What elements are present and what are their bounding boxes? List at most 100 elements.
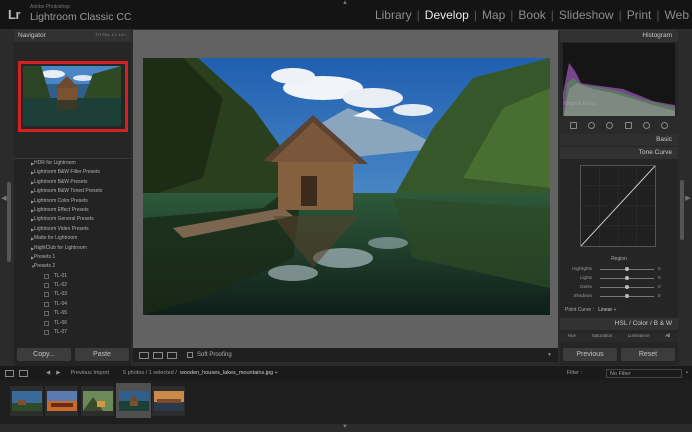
preset-item[interactable]: TL-03 bbox=[14, 290, 131, 299]
slider-lights[interactable]: Lights 0 bbox=[564, 275, 674, 283]
preset-icon bbox=[44, 320, 49, 326]
toolbar-menu-arrow-icon[interactable]: ▼ bbox=[547, 352, 552, 358]
tone-curve-header[interactable]: Tone Curve bbox=[560, 147, 678, 159]
red-eye-icon[interactable] bbox=[624, 121, 632, 129]
preset-folder[interactable]: ▶ Lightroom General Presets bbox=[14, 215, 131, 224]
nav-forward-icon[interactable]: ▶ bbox=[56, 370, 60, 376]
preset-item[interactable]: TL-02 bbox=[14, 281, 131, 290]
presets-list: ▶ HDR for Lightroom ▶ Lightroom B&W Filter … bbox=[14, 158, 131, 373]
preset-label: Matte for Lightroom bbox=[34, 235, 78, 242]
before-after-icon[interactable] bbox=[153, 351, 163, 359]
preset-folder[interactable]: ▶ Presets 1 bbox=[14, 253, 131, 262]
paste-button[interactable]: Paste bbox=[75, 348, 129, 361]
film-thumbnail[interactable] bbox=[152, 386, 185, 416]
preset-folder[interactable]: ▶ Lightroom B&W Toned Presets bbox=[14, 187, 131, 196]
compare-view-icon[interactable] bbox=[167, 351, 177, 359]
preset-folder[interactable]: ▶ Lightroom B&W Presets bbox=[14, 178, 131, 187]
slider-darks[interactable]: Darks 0 bbox=[564, 284, 674, 292]
preset-item[interactable]: TL-04 bbox=[14, 300, 131, 309]
module-library[interactable]: Library bbox=[372, 8, 415, 22]
module-separator: | bbox=[550, 8, 554, 22]
triangle-right-icon: ▶ bbox=[31, 217, 35, 223]
film-thumbnail[interactable] bbox=[10, 386, 43, 416]
spot-removal-icon[interactable] bbox=[606, 121, 614, 129]
hsl-tab-luminance[interactable]: Luminance bbox=[628, 333, 650, 342]
preset-icon bbox=[44, 301, 49, 307]
module-develop[interactable]: Develop bbox=[422, 8, 472, 22]
film-thumbnail[interactable] bbox=[81, 386, 114, 416]
preset-item[interactable]: TL-05 bbox=[14, 309, 131, 318]
slider-knob[interactable] bbox=[625, 267, 629, 271]
hsl-header[interactable]: HSL / Color / B & W bbox=[560, 318, 678, 330]
previous-button[interactable]: Previous bbox=[563, 348, 617, 361]
preset-label: TL-04 bbox=[54, 300, 68, 307]
collapse-bottom-arrow-icon[interactable]: ▼ bbox=[342, 424, 348, 430]
film-thumbnail[interactable] bbox=[45, 386, 78, 416]
preset-label: TL-02 bbox=[54, 282, 68, 289]
collapse-top-arrow-icon[interactable]: ▲ bbox=[342, 0, 348, 6]
hsl-tab-all[interactable]: All bbox=[665, 333, 670, 342]
hsl-tab-saturation[interactable]: Saturation bbox=[592, 333, 613, 342]
preset-folder[interactable]: ▶ Matte for Lightroom bbox=[14, 234, 131, 243]
module-web[interactable]: Web bbox=[662, 8, 692, 22]
slider-shadows[interactable]: Shadows 0 bbox=[564, 293, 674, 301]
tone-curve-graph[interactable] bbox=[580, 165, 656, 247]
film-thumbnail-selected[interactable] bbox=[116, 383, 151, 418]
slider-highlights[interactable]: Highlights 0 bbox=[564, 266, 674, 274]
preset-icon bbox=[44, 330, 49, 336]
preset-folder[interactable]: ▼ Presets 2 bbox=[14, 262, 131, 271]
brand-line-main: Lightroom Classic CC bbox=[30, 11, 132, 23]
basic-panel-header[interactable]: Basic bbox=[560, 134, 678, 146]
point-curve-row: Point Curve : Linear ÷ bbox=[565, 307, 616, 313]
graduated-filter-icon[interactable] bbox=[642, 121, 650, 129]
slider-value: 0 bbox=[658, 266, 661, 271]
slider-knob[interactable] bbox=[625, 276, 629, 280]
filmstrip-filename[interactable]: wooden_houses_lakes_mountains.jpg ÷ bbox=[180, 370, 278, 376]
preset-label: Presets 1 bbox=[34, 253, 56, 260]
navigator-zoom-options[interactable]: FIT FILL 1:1 1:4 ÷ bbox=[95, 32, 127, 40]
slider-knob[interactable] bbox=[625, 294, 629, 298]
main-photo[interactable] bbox=[143, 58, 550, 315]
radial-filter-icon[interactable] bbox=[661, 121, 669, 129]
point-curve-select[interactable]: Linear ÷ bbox=[598, 307, 616, 313]
preset-label: Lightroom B&W Presets bbox=[34, 178, 88, 185]
filter-lock-icon[interactable]: ▪ bbox=[686, 370, 688, 376]
preset-label: Lightroom Effect Presets bbox=[34, 206, 89, 213]
preset-folder[interactable]: ▶ HDR for Lightroom bbox=[14, 159, 131, 168]
preset-folder[interactable]: ▶ Lightroom Effect Presets bbox=[14, 206, 131, 215]
filter-label: Filter : bbox=[566, 370, 583, 376]
navigator-header[interactable]: Navigator FIT FILL 1:1 1:4 ÷ bbox=[14, 30, 131, 42]
soft-proofing-checkbox[interactable] bbox=[187, 352, 193, 358]
slider-knob[interactable] bbox=[625, 285, 629, 289]
preset-item[interactable]: TL-01 bbox=[14, 272, 131, 281]
hsl-tab-hue[interactable]: Hue bbox=[568, 333, 576, 342]
preset-folder[interactable]: ▶ Lightroom Color Presets bbox=[14, 197, 131, 206]
copy-button[interactable]: Copy... bbox=[17, 348, 71, 361]
triangle-right-icon: ▶ bbox=[31, 189, 35, 195]
module-print[interactable]: Print bbox=[624, 8, 655, 22]
preset-folder[interactable]: ▶ Lightroom Video Presets bbox=[14, 225, 131, 234]
preset-item[interactable]: TL-06 bbox=[14, 319, 131, 328]
collapse-right-arrow-icon[interactable]: ▶ bbox=[684, 185, 692, 211]
preset-folder[interactable]: ▶ Lightroom B&W Filter Presets bbox=[14, 168, 131, 177]
reset-button[interactable]: Reset bbox=[621, 348, 675, 361]
filter-select[interactable]: No Filter bbox=[606, 368, 683, 378]
histogram-header[interactable]: Histogram bbox=[560, 30, 678, 42]
main-toolbar: Soft Proofing ▼ bbox=[133, 348, 558, 362]
page-2-icon[interactable] bbox=[19, 369, 28, 377]
preset-item[interactable]: TL-07 bbox=[14, 328, 131, 337]
left-panel-scrollbar[interactable] bbox=[7, 182, 11, 262]
nav-back-icon[interactable]: ◀ bbox=[46, 370, 50, 376]
loupe-view-icon[interactable] bbox=[139, 351, 149, 359]
histogram-graph[interactable] bbox=[563, 43, 675, 121]
module-slideshow[interactable]: Slideshow bbox=[556, 8, 617, 22]
module-book[interactable]: Book bbox=[515, 8, 548, 22]
grid-tool-icon[interactable] bbox=[569, 121, 577, 129]
filmstrip-source[interactable]: Previous Import bbox=[70, 370, 109, 376]
module-separator: | bbox=[416, 8, 420, 22]
right-panel-scrollbar[interactable] bbox=[680, 180, 684, 240]
module-map[interactable]: Map bbox=[479, 8, 508, 22]
crop-tool-icon[interactable] bbox=[587, 121, 595, 129]
preset-folder[interactable]: ▶ NightClub for Lightroom bbox=[14, 244, 131, 253]
page-1-icon[interactable] bbox=[5, 369, 14, 377]
